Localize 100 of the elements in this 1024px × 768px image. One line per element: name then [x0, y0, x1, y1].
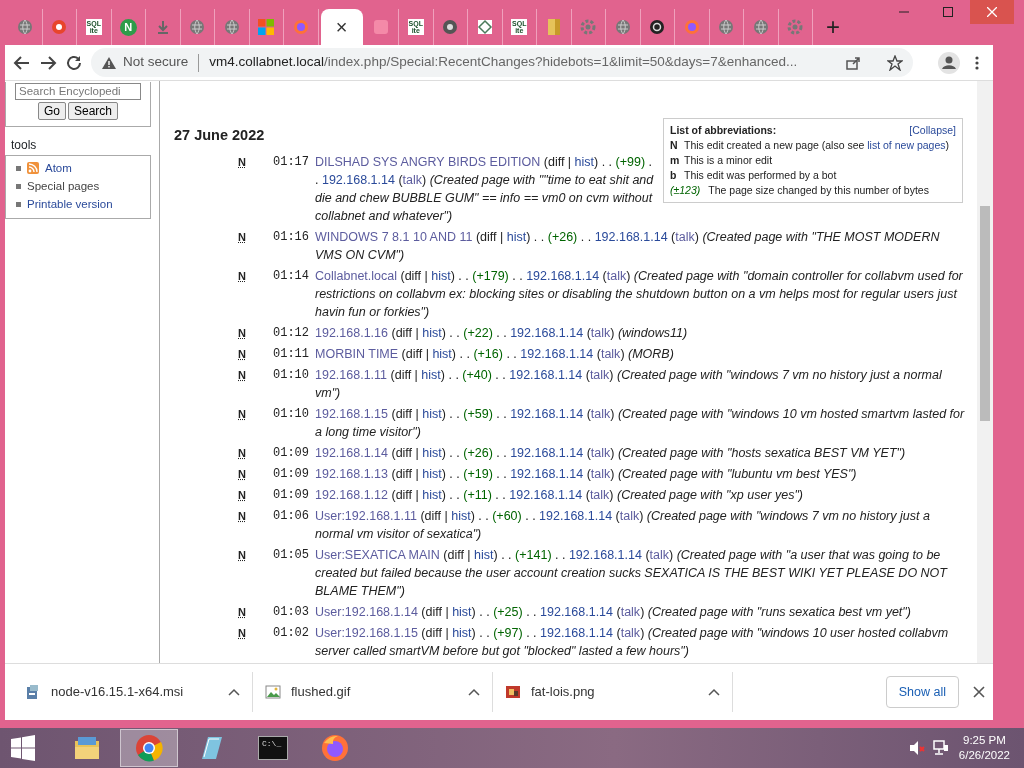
new-tab-button[interactable]: + — [813, 9, 853, 45]
taskbar-app[interactable] — [120, 729, 178, 767]
user-link[interactable]: 192.168.1.14 — [526, 268, 600, 283]
download-item[interactable]: flushed.gif — [253, 672, 493, 712]
caret-icon[interactable] — [468, 688, 480, 696]
talk-link[interactable]: talk — [589, 367, 610, 382]
mute-icon[interactable] — [908, 740, 925, 756]
talk-link[interactable]: talk — [402, 172, 423, 187]
close-icon[interactable]: × — [335, 17, 348, 37]
history-link[interactable]: hist — [506, 229, 527, 244]
user-link[interactable]: 192.168.1.14 — [539, 508, 613, 523]
scrollbar[interactable] — [977, 81, 993, 663]
page-link[interactable]: 192.168.1.13 — [315, 466, 388, 481]
settings-icon — [787, 19, 804, 35]
edit-time: 01:05 — [273, 546, 310, 564]
share-icon[interactable] — [845, 54, 861, 71]
page-link[interactable]: User:192.168.1.15 — [315, 625, 418, 640]
clock[interactable]: 9:25 PM 6/26/2022 — [958, 733, 1010, 763]
browser-tab[interactable]: × — [320, 9, 363, 45]
file-name: flushed.gif — [291, 683, 352, 702]
caret-icon[interactable] — [228, 688, 240, 696]
user-link[interactable]: 192.168.1.14 — [594, 229, 668, 244]
page-link[interactable]: 192.168.1.14 — [315, 445, 388, 460]
page-link[interactable]: User:192.168.1.11 — [315, 508, 417, 523]
user-link[interactable]: 192.168.1.14 — [520, 346, 594, 361]
legend-text: This edit was performed by a bot — [684, 168, 837, 183]
download-item[interactable]: node-v16.15.1-x64.msi — [13, 672, 253, 712]
file-name: fat-lois.png — [531, 683, 596, 702]
history-link[interactable]: hist — [422, 466, 442, 481]
address-bar[interactable]: Not secure vm4.collabnet.local/index.php/Special:RecentChanges?hidebots=1&limit=50&days=7&enhanced... — [91, 48, 913, 77]
history-link[interactable]: hist — [431, 268, 451, 283]
profile-icon[interactable] — [937, 50, 961, 75]
talk-link[interactable]: talk — [590, 466, 611, 481]
search-field[interactable]: Search Encyclopedi — [15, 83, 141, 101]
page-link[interactable]: 192.168.1.15 — [315, 406, 388, 421]
legend-text: The page size changed by this number of bytes — [708, 183, 929, 198]
page-link[interactable]: 192.168.1.11 — [315, 367, 388, 382]
user-link[interactable]: 192.168.1.14 — [510, 445, 584, 460]
talk-link[interactable]: talk — [590, 406, 611, 421]
user-link[interactable]: 192.168.1.14 — [321, 172, 395, 187]
collapse-link[interactable]: [Collapse] — [909, 123, 956, 138]
talk-link[interactable]: talk — [620, 604, 641, 619]
sidebar-link[interactable]: Printable version — [27, 195, 113, 213]
back-icon[interactable] — [13, 53, 31, 72]
history-link[interactable]: hist — [422, 487, 442, 502]
new-pages-link[interactable]: list of new pages — [867, 139, 946, 151]
page-link[interactable]: DILSHAD SYS ANGRY BIRDS EDITION — [315, 154, 541, 169]
history-link[interactable]: hist — [422, 325, 442, 340]
user-link[interactable]: 192.168.1.14 — [510, 466, 584, 481]
history-link[interactable]: hist — [452, 604, 472, 619]
show-all-button[interactable]: Show all — [885, 675, 959, 709]
talk-link[interactable]: talk — [590, 325, 611, 340]
history-link[interactable]: hist — [421, 367, 441, 382]
page-link[interactable]: WINDOWS 7 8.1 10 AND 11 — [315, 229, 473, 244]
reload-icon[interactable] — [65, 53, 83, 72]
taskbar-app[interactable]: C:\_ — [244, 729, 302, 767]
history-link[interactable]: hist — [452, 625, 472, 640]
user-link[interactable]: 192.168.1.14 — [509, 367, 583, 382]
talk-link[interactable]: talk — [590, 445, 611, 460]
page-link[interactable]: User:SEXATICA MAIN — [315, 547, 440, 562]
forward-icon[interactable] — [39, 53, 57, 72]
history-link[interactable]: hist — [451, 508, 471, 523]
star-icon[interactable] — [887, 54, 903, 71]
network-icon[interactable] — [932, 740, 949, 756]
talk-link[interactable]: talk — [620, 625, 641, 640]
talk-link[interactable]: talk — [675, 229, 695, 244]
history-link[interactable]: hist — [422, 445, 442, 460]
edit-time: 01:06 — [273, 507, 310, 525]
sidebar-link[interactable]: Special pages — [27, 177, 100, 195]
go-button[interactable]: Go — [37, 102, 66, 121]
page-link[interactable]: Collabnet.local — [315, 268, 397, 283]
user-link[interactable]: 192.168.1.14 — [540, 625, 614, 640]
history-link[interactable]: hist — [432, 346, 452, 361]
download-item[interactable]: fat-lois.png — [493, 672, 733, 712]
user-link[interactable]: 192.168.1.14 — [510, 325, 584, 340]
user-link[interactable]: 192.168.1.14 — [509, 487, 583, 502]
talk-link[interactable]: talk — [600, 346, 621, 361]
security-warning[interactable]: Not secure — [123, 52, 189, 73]
page-link[interactable]: User:192.168.1.14 — [315, 604, 418, 619]
page-link[interactable]: 192.168.1.12 — [315, 487, 388, 502]
history-link[interactable]: hist — [574, 154, 595, 169]
talk-link[interactable]: talk — [649, 547, 669, 562]
edit-time: 01:17 — [273, 153, 310, 171]
search-button[interactable]: Search — [68, 102, 118, 121]
page-link[interactable]: MORBIN TIME — [315, 346, 399, 361]
start-icon[interactable] — [10, 735, 36, 761]
history-link[interactable]: hist — [422, 406, 442, 421]
sidebar-link[interactable]: Atom — [45, 159, 72, 177]
change-entry: 192.168.1.12 (diff | hist) . . (+11) . . 192.168.1.14 (talk) (Created page with "xp user yes") — [315, 486, 805, 504]
talk-link[interactable]: talk — [606, 268, 627, 283]
user-link[interactable]: 192.168.1.14 — [540, 604, 614, 619]
user-link[interactable]: 192.168.1.14 — [510, 406, 584, 421]
close-icon[interactable] — [973, 686, 985, 698]
edit-time: 01:09 — [273, 465, 310, 483]
talk-link[interactable]: talk — [589, 487, 610, 502]
history-link[interactable]: hist — [474, 547, 494, 562]
page-link[interactable]: 192.168.1.16 — [315, 325, 388, 340]
talk-link[interactable]: talk — [619, 508, 640, 523]
caret-icon[interactable] — [708, 688, 720, 696]
user-link[interactable]: 192.168.1.14 — [568, 547, 642, 562]
